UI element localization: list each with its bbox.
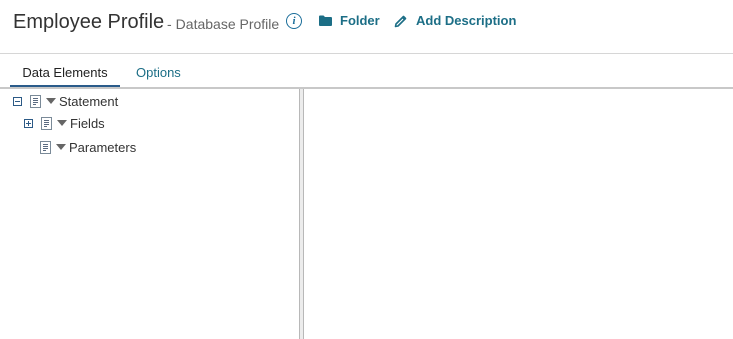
info-icon[interactable]: i (286, 13, 302, 29)
expand-icon[interactable] (24, 118, 33, 128)
tab-options[interactable]: Options (136, 65, 181, 80)
document-icon (30, 94, 41, 108)
tree-node-parameters[interactable]: Parameters (40, 138, 136, 156)
folder-label: Folder (340, 13, 380, 28)
document-icon (41, 116, 52, 130)
tree-node-label: Fields (70, 115, 105, 131)
tree-node-label: Statement (59, 93, 119, 109)
pencil-icon (394, 15, 407, 27)
tree-node-label: Parameters (69, 139, 137, 155)
tab-data-elements[interactable]: Data Elements (10, 65, 120, 87)
folder-icon (319, 15, 332, 26)
page-header: Employee Profile - Database Profile i Fol… (0, 0, 733, 54)
tree-node-fields[interactable]: Fields (24, 114, 105, 132)
caret-down-icon[interactable] (56, 144, 66, 150)
content-area: Statement Fields Parameters (0, 89, 733, 339)
page-title: Employee Profile (13, 11, 165, 33)
tree-node-statement[interactable]: Statement (13, 92, 118, 110)
caret-down-icon[interactable] (46, 98, 56, 104)
folder-button[interactable]: Folder (319, 13, 380, 28)
caret-down-icon[interactable] (57, 120, 67, 126)
profile-type-label: Database Profile (175, 16, 280, 32)
add-description-button[interactable]: Add Description (394, 13, 516, 28)
document-icon (40, 140, 51, 154)
panel-splitter[interactable] (299, 89, 304, 339)
collapse-icon[interactable] (13, 96, 22, 106)
page-subtitle: - Database Profile (167, 16, 279, 32)
add-description-label: Add Description (416, 13, 517, 28)
tab-bar: Data Elements Options (0, 54, 733, 89)
subtitle-separator: - (167, 16, 172, 32)
